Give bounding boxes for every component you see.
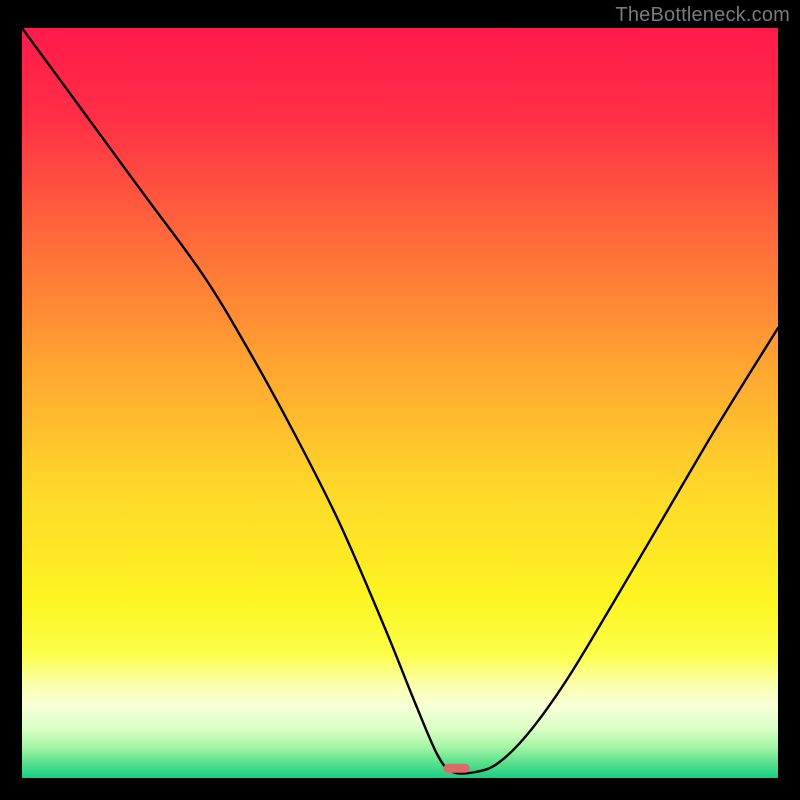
bottleneck-chart (0, 0, 800, 800)
chart-frame: { "watermark": "TheBottleneck.com", "plo… (0, 0, 800, 800)
optimal-marker (443, 764, 469, 773)
